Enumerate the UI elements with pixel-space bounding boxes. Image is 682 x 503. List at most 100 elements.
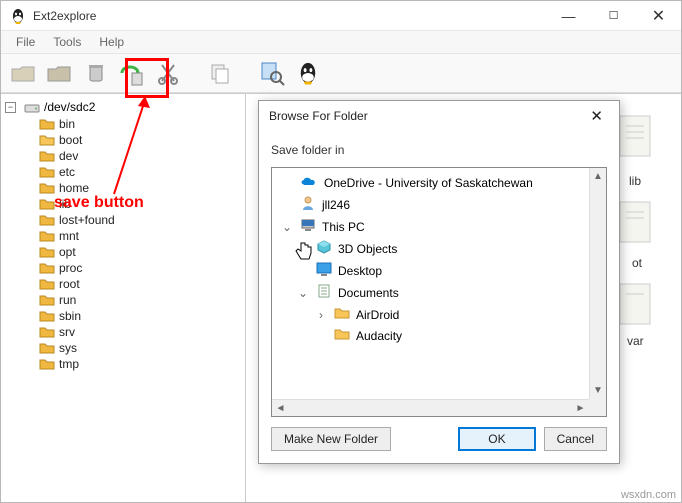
window-title: Ext2explore	[33, 9, 546, 23]
dialog-tree-label: Desktop	[338, 264, 382, 278]
expand-icon[interactable]: ›	[296, 242, 310, 256]
dialog-tree-item[interactable]: › AirDroid	[278, 304, 583, 325]
close-button[interactable]: ✕	[636, 1, 681, 31]
tree-item[interactable]: proc	[3, 260, 243, 276]
bg-label-ot: ot	[632, 256, 642, 270]
dialog-tree-item[interactable]: OneDrive - University of Saskatchewan	[278, 172, 583, 193]
tree-item-label: root	[59, 277, 80, 291]
dialog-tree-label: jll246	[322, 198, 350, 212]
tree-item[interactable]: srv	[3, 324, 243, 340]
dialog-close-button[interactable]: ✕	[584, 107, 609, 125]
docs-icon	[316, 283, 332, 302]
folder-tree[interactable]: − /dev/sdc2 binbootdevetchomeliblost+fou…	[1, 94, 246, 502]
scroll-right-icon[interactable]: ►	[572, 400, 589, 416]
open2-button[interactable]	[43, 56, 77, 90]
cut-button[interactable]	[151, 56, 185, 90]
dialog-tree-label: Audacity	[356, 329, 402, 343]
tree-item[interactable]: lost+found	[3, 212, 243, 228]
file-icon	[616, 282, 656, 332]
horizontal-scrollbar[interactable]: ◄ ►	[272, 399, 589, 416]
dialog-titlebar: Browse For Folder ✕	[259, 101, 619, 131]
tree-item-label: etc	[59, 165, 75, 179]
tree-item[interactable]: boot	[3, 132, 243, 148]
folder-icon	[39, 341, 55, 355]
tree-item-label: boot	[59, 133, 82, 147]
dialog-tree-label: This PC	[322, 220, 365, 234]
tree-item[interactable]: etc	[3, 164, 243, 180]
dialog-tree-label: AirDroid	[356, 308, 399, 322]
folder-icon	[39, 277, 55, 291]
tree-item-label: sys	[59, 341, 77, 355]
folder-icon	[39, 213, 55, 227]
make-new-folder-button[interactable]: Make New Folder	[271, 427, 391, 451]
scroll-left-icon[interactable]: ◄	[272, 400, 289, 416]
vertical-scrollbar[interactable]: ▲ ▼	[589, 168, 606, 399]
tree-item[interactable]: tmp	[3, 356, 243, 372]
folder-icon	[39, 197, 55, 211]
save-button[interactable]	[115, 56, 149, 90]
tree-item[interactable]: sys	[3, 340, 243, 356]
dialog-tree-item[interactable]: Desktop	[278, 260, 583, 281]
titlebar: Ext2explore — ☐ ✕	[1, 1, 681, 31]
search-button[interactable]	[255, 56, 289, 90]
dialog-tree-label: 3D Objects	[338, 242, 397, 256]
fold-icon	[334, 327, 350, 344]
tree-root[interactable]: − /dev/sdc2	[3, 98, 243, 116]
watermark: wsxdn.com	[621, 489, 676, 501]
dialog-tree-item[interactable]: ⌄ This PC	[278, 216, 583, 237]
maximize-button[interactable]: ☐	[591, 1, 636, 31]
linux-button[interactable]	[291, 56, 325, 90]
open-folder-button[interactable]	[7, 56, 41, 90]
expand-icon[interactable]: ›	[314, 308, 328, 322]
tree-item[interactable]: bin	[3, 116, 243, 132]
annotation-label: save button	[54, 194, 144, 212]
dialog-tree-item[interactable]: ⌄Documents	[278, 281, 583, 304]
folder-icon	[39, 293, 55, 307]
tree-item-label: lost+found	[59, 213, 115, 227]
cancel-button[interactable]: Cancel	[544, 427, 607, 451]
file-icon	[616, 200, 656, 250]
expand-icon[interactable]: ⌄	[296, 286, 310, 300]
minimize-button[interactable]: —	[546, 1, 591, 31]
menu-tools[interactable]: Tools	[44, 33, 90, 51]
onedrive-icon	[300, 174, 318, 191]
tree-item[interactable]: opt	[3, 244, 243, 260]
folder-icon	[39, 117, 55, 131]
dialog-title: Browse For Folder	[269, 109, 584, 123]
folder-icon	[39, 309, 55, 323]
tree-item-label: sbin	[59, 309, 81, 323]
tree-item-label: tmp	[59, 357, 79, 371]
collapse-icon[interactable]: −	[5, 102, 16, 113]
scroll-down-icon[interactable]: ▼	[590, 382, 606, 399]
toolbar	[1, 53, 681, 93]
tree-item[interactable]: sbin	[3, 308, 243, 324]
tree-item[interactable]: root	[3, 276, 243, 292]
tree-item[interactable]: run	[3, 292, 243, 308]
dialog-tree-item[interactable]: jll246	[278, 193, 583, 216]
ok-button[interactable]: OK	[458, 427, 535, 451]
dialog-tree: OneDrive - University of Saskatchewan jll…	[271, 167, 607, 417]
tree-item-label: srv	[59, 325, 75, 339]
desk-icon	[316, 262, 332, 279]
copy-button[interactable]	[203, 56, 237, 90]
tree-item-label: proc	[59, 261, 82, 275]
folder-icon	[39, 245, 55, 259]
dialog-tree-view[interactable]: OneDrive - University of Saskatchewan jll…	[272, 168, 589, 399]
scroll-up-icon[interactable]: ▲	[590, 168, 606, 185]
menu-help[interactable]: Help	[90, 33, 133, 51]
menu-file[interactable]: File	[7, 33, 44, 51]
drive-icon	[24, 100, 40, 114]
tree-item[interactable]: mnt	[3, 228, 243, 244]
bg-label-var: var	[627, 334, 644, 348]
tree-item-label: mnt	[59, 229, 79, 243]
folder-icon	[39, 133, 55, 147]
pc-icon	[300, 218, 316, 235]
expand-icon[interactable]: ⌄	[280, 220, 294, 234]
app-icon	[9, 7, 27, 25]
trash-button[interactable]	[79, 56, 113, 90]
dialog-tree-item[interactable]: › 3D Objects	[278, 237, 583, 260]
folder-icon	[39, 149, 55, 163]
dialog-tree-item[interactable]: Audacity	[278, 325, 583, 346]
tree-item[interactable]: dev	[3, 148, 243, 164]
tree-root-label: /dev/sdc2	[44, 100, 95, 114]
